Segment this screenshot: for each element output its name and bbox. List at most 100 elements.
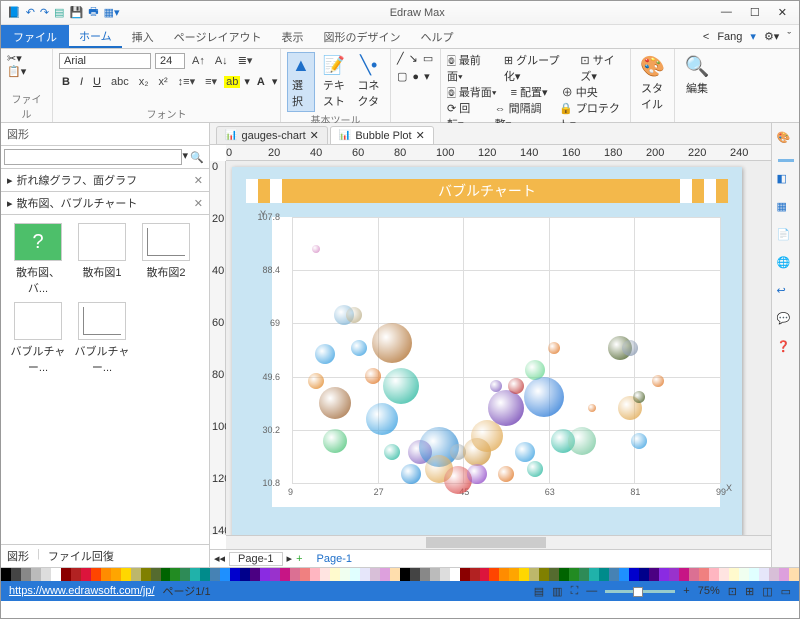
close-icon[interactable]: ✕ — [310, 129, 319, 142]
close-icon[interactable]: ✕ — [194, 197, 203, 210]
align-btn[interactable]: ≡ 配置▾ — [511, 84, 548, 100]
cut-icon[interactable]: ✂▾ — [7, 52, 22, 65]
category-line-area[interactable]: ▸折れ線グラフ、面グラフ✕ — [1, 169, 209, 192]
paste-icon[interactable]: 📋▾ — [7, 65, 26, 78]
bubble[interactable] — [319, 387, 351, 419]
panel-page-icon[interactable]: 📄 — [777, 228, 795, 246]
bubble[interactable] — [467, 464, 487, 484]
numbering-icon[interactable]: ≡▾ — [202, 73, 220, 90]
bubble[interactable] — [631, 433, 647, 449]
panefoot-shapes[interactable]: 図形 — [7, 548, 29, 564]
shape-thumb[interactable]: ?散布図、バ... — [9, 223, 67, 296]
shapes-search-input[interactable] — [4, 149, 182, 165]
panel-history-icon[interactable]: ↩ — [777, 284, 795, 302]
view-outline-icon[interactable]: ▥ — [552, 585, 562, 598]
tab-insert[interactable]: 挿入 — [122, 25, 164, 48]
tab-shapedesign[interactable]: 図形のデザイン — [313, 25, 410, 48]
bubble[interactable] — [346, 307, 362, 323]
shape-thumb[interactable]: 散布図2 — [137, 223, 195, 296]
bold-button[interactable]: B — [59, 74, 73, 90]
bubble[interactable] — [548, 342, 560, 354]
page-nav-prev[interactable]: ◂◂ — [214, 552, 225, 565]
bubble[interactable] — [365, 368, 381, 384]
strike-button[interactable]: abc — [108, 74, 132, 90]
shape-thumb[interactable]: バブルチャー... — [73, 302, 131, 375]
tab-home[interactable]: ホーム — [69, 25, 122, 48]
view-normal-icon[interactable]: ▤ — [534, 585, 544, 598]
view-full-icon[interactable]: ⛶ — [571, 585, 579, 598]
arrow-shape-icon[interactable]: ↘ — [409, 52, 418, 65]
panel-fill-icon[interactable]: ◧ — [777, 172, 795, 190]
bubble[interactable] — [527, 461, 543, 477]
fit-width-icon[interactable]: ⊞ — [745, 585, 754, 598]
bubble[interactable] — [488, 390, 524, 426]
bubble[interactable] — [508, 378, 524, 394]
bubble[interactable] — [315, 344, 335, 364]
bubble[interactable] — [312, 245, 320, 253]
bubble[interactable] — [633, 391, 645, 403]
scrollbar-horizontal[interactable] — [226, 535, 771, 549]
font-name-combo[interactable]: Arial — [59, 53, 151, 69]
line-shape-icon[interactable]: ╱ — [397, 52, 404, 65]
panel-comment-icon[interactable]: 💬 — [777, 312, 795, 330]
search-icon[interactable]: 🔍 — [188, 149, 206, 165]
select-tool[interactable]: ▲選択 — [287, 52, 315, 112]
more-shapes-icon[interactable]: ▾ — [424, 70, 430, 83]
canvas[interactable]: バブルチャート Y X 9274563819910.830.249.66988.… — [226, 161, 771, 535]
underline-button[interactable]: U — [90, 74, 104, 90]
shape-thumb[interactable]: バブルチャー... — [9, 302, 67, 375]
panefoot-recover[interactable]: ファイル回復 — [48, 548, 114, 564]
font-size-combo[interactable]: 24 — [155, 53, 185, 69]
page-list[interactable]: Page-1 — [317, 553, 352, 565]
share-icon[interactable]: < — [703, 31, 709, 43]
text-tool[interactable]: 📝テキスト — [319, 53, 350, 111]
color-palette[interactable] — [1, 567, 799, 581]
bubble[interactable] — [383, 368, 419, 404]
close-icon[interactable]: ✕ — [194, 174, 203, 187]
settings-icon[interactable]: ⚙▾ — [764, 30, 779, 43]
subscript-button[interactable]: x₂ — [136, 74, 152, 90]
page-nav-next[interactable]: ▸ — [287, 552, 293, 565]
doc-tab-bubble[interactable]: 📊 Bubble Plot ✕ — [330, 126, 434, 144]
grow-font-icon[interactable]: A↑ — [189, 53, 208, 69]
bubble[interactable] — [652, 375, 664, 387]
doc-tab-gauges[interactable]: 📊 gauges-chart ✕ — [216, 126, 328, 144]
minimize-button[interactable]: — — [721, 6, 732, 19]
italic-button[interactable]: I — [77, 74, 86, 90]
fullscreen-icon[interactable]: ▭ — [781, 585, 791, 598]
close-button[interactable]: ✕ — [778, 6, 787, 19]
linespacing-icon[interactable]: ↕≡▾ — [175, 73, 198, 90]
center-btn[interactable]: ⊕ 中央 — [562, 84, 598, 100]
redo-icon[interactable]: ↷ — [40, 6, 49, 19]
oval-shape-icon[interactable]: ● — [412, 71, 419, 83]
maximize-button[interactable]: ☐ — [750, 6, 760, 19]
bubble[interactable] — [401, 464, 421, 484]
bubble[interactable] — [524, 377, 564, 417]
panel-line-icon[interactable] — [778, 159, 794, 162]
tab-help[interactable]: ヘルプ — [410, 25, 463, 48]
tab-view[interactable]: 表示 — [271, 25, 313, 48]
undo-icon[interactable]: ↶ — [26, 6, 35, 19]
fontcolor-icon[interactable]: A — [254, 74, 268, 90]
tab-pagelayout[interactable]: ページレイアウト — [164, 25, 272, 48]
panel-help-icon[interactable]: ❓ — [777, 340, 795, 358]
rect-shape-icon[interactable]: ▭ — [423, 52, 433, 65]
bubble[interactable] — [588, 404, 596, 412]
style-button[interactable]: 🎨スタイル — [637, 52, 668, 114]
superscript-button[interactable]: x² — [156, 74, 171, 90]
panel-theme-icon[interactable]: 🎨 — [777, 131, 795, 149]
bubble[interactable] — [515, 442, 535, 462]
page-tab[interactable]: Page-1 — [229, 552, 282, 566]
print-icon[interactable]: 🖶 — [88, 3, 98, 22]
status-url[interactable]: https://www.edrawsoft.com/jp/ — [9, 585, 155, 597]
close-icon[interactable]: ✕ — [416, 129, 425, 142]
bubble[interactable] — [372, 323, 412, 363]
bullets-icon[interactable]: ≣▾ — [235, 52, 256, 69]
bubble[interactable] — [323, 429, 347, 453]
fit-page-icon[interactable]: ⊡ — [728, 585, 737, 598]
zoom-slider[interactable] — [605, 590, 675, 593]
bring-front[interactable]: 🀙 最前面▾ — [447, 52, 490, 84]
bubble[interactable] — [351, 340, 367, 356]
bubble[interactable] — [308, 373, 324, 389]
edit-button[interactable]: 🔍編集 — [681, 52, 713, 98]
